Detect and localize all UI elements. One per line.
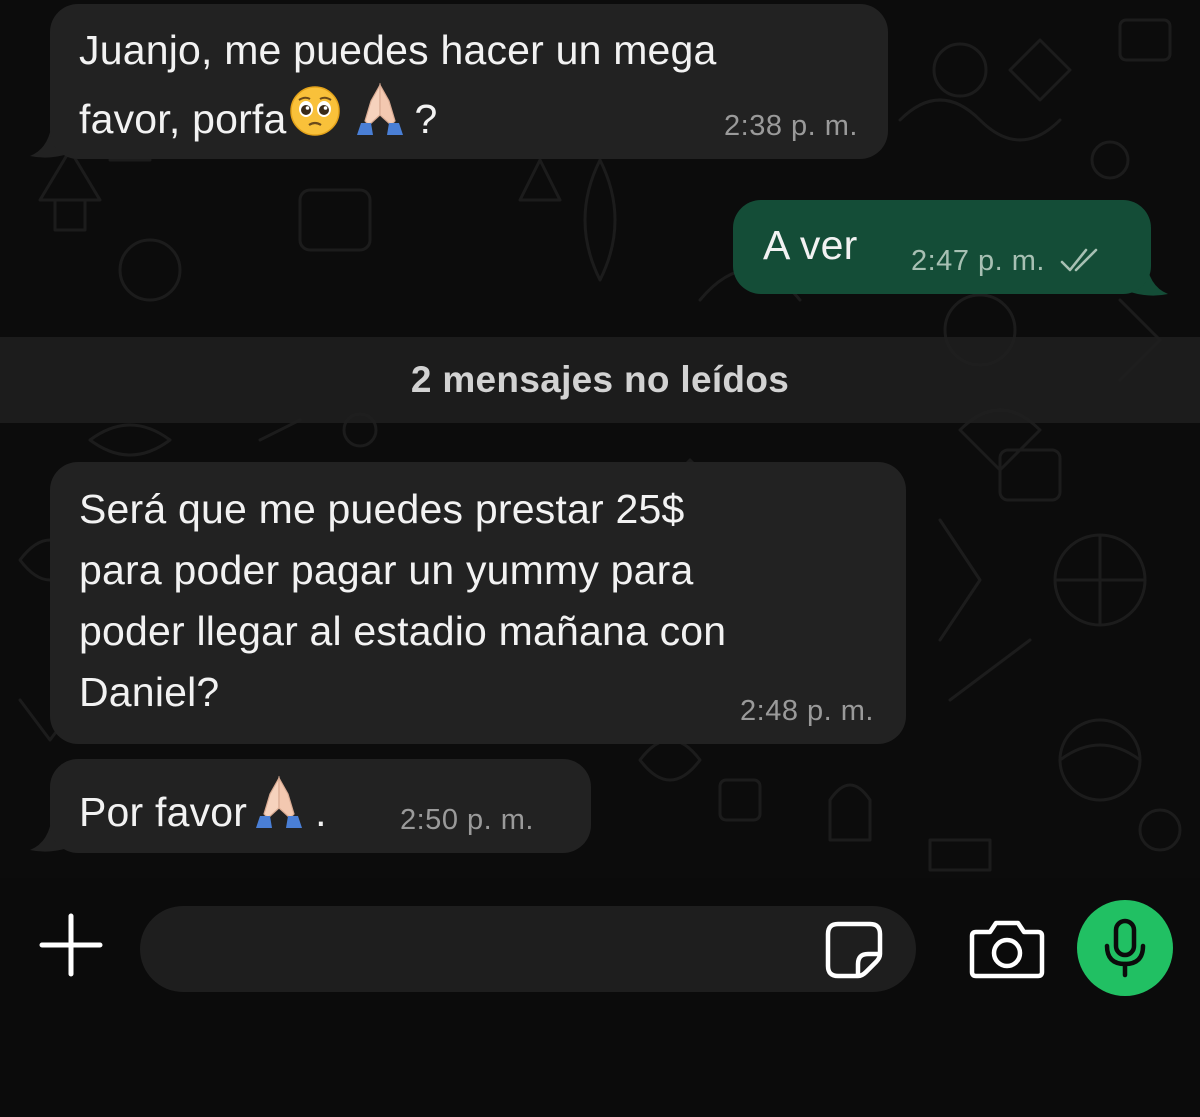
- message-line: poder llegar al estadio mañana con: [79, 608, 727, 654]
- message-time: 2:48 p. m.: [740, 695, 874, 727]
- message-text: Será que me puedes prestar 25$ para pode…: [79, 479, 906, 723]
- camera-icon[interactable]: [968, 918, 1046, 980]
- folded-hands-emoji-icon: [351, 81, 409, 156]
- unread-messages-divider: 2 mensajes no leídos: [0, 337, 1200, 423]
- message-time: 2:38 p. m.: [724, 110, 858, 142]
- folded-hands-emoji-icon: [247, 774, 311, 849]
- message-line-text: Por favor: [79, 789, 248, 835]
- sticker-icon[interactable]: [824, 920, 884, 980]
- message-bubble-incoming[interactable]: Será que me puedes prestar 25$ para pode…: [50, 462, 906, 744]
- message-bubble-incoming[interactable]: Juanjo, me puedes hacer un mega favor, p…: [50, 4, 888, 159]
- message-input[interactable]: [140, 906, 916, 992]
- message-line: Será que me puedes prestar 25$: [79, 486, 685, 532]
- message-time-text: 2:47 p. m.: [911, 245, 1045, 277]
- pleading-face-emoji-icon: [287, 83, 343, 156]
- microphone-button[interactable]: [1077, 900, 1173, 996]
- microphone-icon: [1104, 918, 1146, 978]
- message-line: Juanjo, me puedes hacer un mega: [79, 27, 717, 73]
- message-line-text: favor, porfa: [79, 96, 287, 142]
- message-line: para poder pagar un yummy para: [79, 547, 694, 593]
- message-line-end: .: [315, 789, 327, 835]
- message-time: 2:47 p. m.: [911, 245, 1100, 278]
- message-time: 2:50 p. m.: [400, 804, 534, 836]
- unread-messages-label: 2 mensajes no leídos: [410, 359, 790, 400]
- plus-icon[interactable]: [38, 912, 104, 978]
- read-double-check-icon: [1060, 248, 1097, 272]
- message-bubble-outgoing[interactable]: A ver 2:47 p. m.: [733, 200, 1151, 294]
- chat-area[interactable]: Juanjo, me puedes hacer un mega favor, p…: [0, 0, 1200, 878]
- message-line-end: ?: [414, 96, 438, 142]
- message-bubble-incoming[interactable]: Por favor. 2:50 p. m.: [50, 759, 591, 853]
